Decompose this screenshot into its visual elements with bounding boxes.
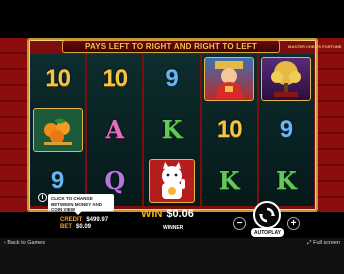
reel-grid: 10 9 10 A Q 9 K 10 K 9 K — [30, 54, 314, 206]
winner-caption: WINNER — [163, 225, 184, 231]
credit-display[interactable]: CREDIT $499.97 — [60, 217, 108, 223]
reel-cell: K — [202, 155, 257, 206]
oranges-symbol-icon — [32, 107, 83, 152]
increase-bet-button[interactable]: + — [287, 217, 300, 230]
symbol-k: K — [161, 114, 183, 144]
symbol-a: A — [105, 114, 125, 144]
symbol-10: 10 — [45, 65, 71, 93]
decrease-bet-button[interactable]: − — [233, 217, 246, 230]
symbol-9: 9 — [165, 65, 179, 93]
win-display: WIN $0.06 — [141, 208, 194, 220]
reel-cell: 10 — [87, 54, 142, 105]
reel-3: 9K — [144, 54, 200, 206]
symbol-k: K — [218, 165, 240, 195]
back-to-games-link[interactable]: ‹ Back to Games — [4, 240, 45, 246]
money-tree-symbol-icon — [261, 57, 312, 102]
lucky-cat-symbol-icon — [148, 158, 195, 203]
footer-bar — [0, 238, 344, 274]
paylines-banner: PAYS LEFT TO RIGHT AND RIGHT TO LEFT — [62, 40, 280, 53]
symbol-9: 9 — [50, 166, 65, 194]
fortune-god-symbol-icon — [204, 57, 255, 102]
reel-cell — [144, 155, 199, 206]
symbol-k: K — [275, 165, 297, 195]
reel-cell: 9 — [144, 54, 199, 105]
fullscreen-button[interactable]: ⤢ Full screen — [307, 240, 340, 247]
paylines-banner-text: PAYS LEFT TO RIGHT AND RIGHT TO LEFT — [85, 42, 257, 51]
top-black-strip — [0, 0, 344, 38]
symbol-10: 10 — [102, 65, 128, 93]
autoplay-button[interactable]: AUTOPLAY — [251, 228, 284, 237]
credit-value: $499.97 — [86, 217, 109, 223]
reel-cell — [259, 54, 314, 105]
win-label: WIN — [141, 208, 163, 220]
game-logo: MASTER CHEN'S FORTUNE — [288, 44, 342, 49]
spin-button[interactable] — [253, 201, 281, 229]
symbol-10: 10 — [216, 115, 243, 143]
credit-label: CREDIT — [60, 217, 83, 223]
bet-display[interactable]: BET $0.09 — [60, 224, 91, 230]
reel-cell — [30, 105, 85, 156]
reel-cell: 10 — [202, 105, 257, 156]
reel-cell: K — [259, 155, 314, 206]
reel-cell — [202, 54, 257, 105]
reel-1: 10 9 — [30, 54, 86, 206]
slot-game-screen: PAYS LEFT TO RIGHT AND RIGHT TO LEFT MAS… — [0, 0, 344, 274]
money-coin-tooltip: CLICK TO CHANGE BETWEEN MONEY AND COIN V… — [48, 194, 114, 215]
symbol-q: Q — [104, 165, 126, 195]
reel-5: 9K — [258, 54, 314, 206]
fullscreen-label: Full screen — [313, 240, 340, 246]
win-amount: $0.06 — [166, 208, 194, 220]
symbol-9: 9 — [279, 115, 294, 143]
reel-4: 10 K — [201, 54, 257, 206]
bet-label: BET — [60, 224, 72, 230]
spin-arrows-icon — [259, 207, 275, 223]
reel-cell: A — [87, 105, 142, 156]
bet-value: $0.09 — [76, 224, 92, 230]
info-icon[interactable]: i — [38, 193, 47, 202]
reel-cell: K — [144, 105, 199, 156]
reel-2: 10 A Q — [87, 54, 143, 206]
reel-cell: 9 — [259, 105, 314, 156]
back-to-games-label: Back to Games — [7, 240, 45, 246]
reel-cell: 10 — [30, 54, 85, 105]
